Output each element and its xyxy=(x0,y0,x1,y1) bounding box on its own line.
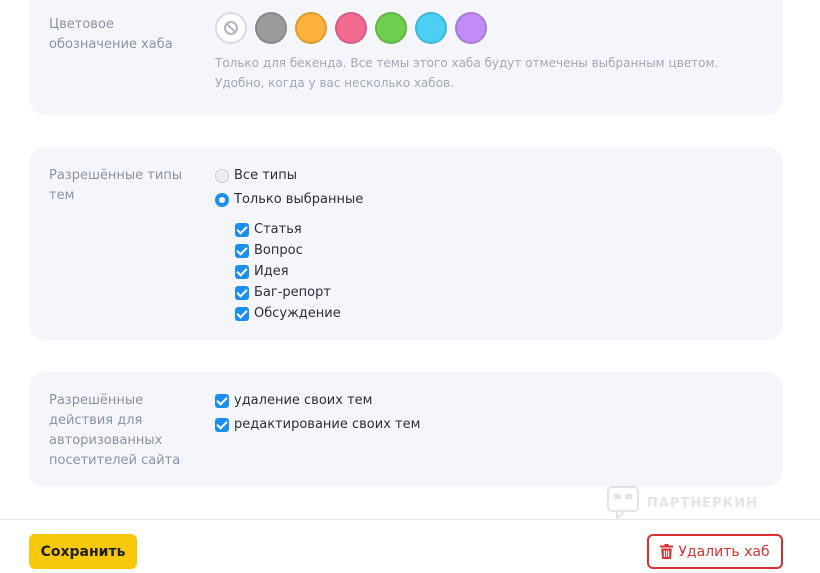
allowed-actions-label: Разрешённые действия для авторизованных … xyxy=(49,393,181,468)
checkbox-type-question[interactable]: Вопрос xyxy=(235,243,303,258)
radio-button[interactable] xyxy=(215,168,229,183)
checkbox[interactable] xyxy=(235,264,249,279)
trash-icon xyxy=(660,544,674,559)
color-swatch-cyan[interactable] xyxy=(415,12,447,44)
delete-hub-button[interactable]: Удалить хаб xyxy=(647,534,783,569)
allowed-types-card: Разрешённые типы тем Все типы Только выб… xyxy=(29,147,783,340)
checkbox-type-bug-report[interactable]: Баг-репорт xyxy=(235,285,331,300)
checkbox-label: удаление своих тем xyxy=(234,393,373,408)
watermark-logo-icon xyxy=(607,486,639,520)
radio-label: Только выбранные xyxy=(234,192,364,207)
color-swatch-gray[interactable] xyxy=(255,12,287,44)
footer-divider xyxy=(0,519,820,520)
allowed-types-label: Разрешённые типы тем xyxy=(49,168,183,203)
delete-hub-label: Удалить хаб xyxy=(678,543,770,560)
checkbox-label: Баг-репорт xyxy=(254,285,331,300)
checkbox[interactable] xyxy=(235,222,249,237)
checkbox-type-article[interactable]: Статья xyxy=(235,222,302,237)
checkbox-label: редактирование своих тем xyxy=(234,417,421,432)
save-button[interactable]: Сохранить xyxy=(29,534,137,569)
color-swatch-purple[interactable] xyxy=(455,12,487,44)
color-swatch-green[interactable] xyxy=(375,12,407,44)
radio-label: Все типы xyxy=(234,168,297,183)
no-color-icon xyxy=(224,21,238,35)
radio-all-types[interactable]: Все типы xyxy=(215,168,297,183)
watermark-text: ПАРТНЕРКИН xyxy=(647,495,759,511)
checkbox-type-discussion[interactable]: Обсуждение xyxy=(235,306,341,321)
color-swatches xyxy=(215,12,487,44)
color-swatch-pink[interactable] xyxy=(335,12,367,44)
hub-color-label: Цветовое обозначение хаба xyxy=(49,17,173,52)
checkbox[interactable] xyxy=(235,285,249,300)
checkbox-edit-own-topics[interactable]: редактирование своих тем xyxy=(215,417,420,432)
radio-button[interactable] xyxy=(215,192,229,207)
hub-color-hint: Только для бекенда. Все темы этого хаба … xyxy=(215,56,719,90)
hub-settings-page: Цветовое обозначение хаба Только для бек… xyxy=(0,0,820,573)
checkbox-label: Статья xyxy=(254,222,302,237)
allowed-actions-card: Разрешённые действия для авторизованных … xyxy=(29,372,783,487)
checkbox-type-idea[interactable]: Идея xyxy=(235,264,289,279)
checkbox[interactable] xyxy=(235,243,249,258)
color-swatch-orange[interactable] xyxy=(295,12,327,44)
checkbox[interactable] xyxy=(215,393,229,408)
radio-selected-only[interactable]: Только выбранные xyxy=(215,192,363,207)
checkbox[interactable] xyxy=(215,417,229,432)
checkbox-delete-own-topics[interactable]: удаление своих тем xyxy=(215,393,372,408)
checkbox[interactable] xyxy=(235,306,249,321)
checkbox-label: Обсуждение xyxy=(254,306,341,321)
hub-color-card: Цветовое обозначение хаба Только для бек… xyxy=(29,0,783,115)
checkbox-label: Идея xyxy=(254,264,289,279)
watermark: ПАРТНЕРКИН xyxy=(607,486,758,520)
checkbox-label: Вопрос xyxy=(254,243,303,258)
color-swatch-none[interactable] xyxy=(215,12,247,44)
